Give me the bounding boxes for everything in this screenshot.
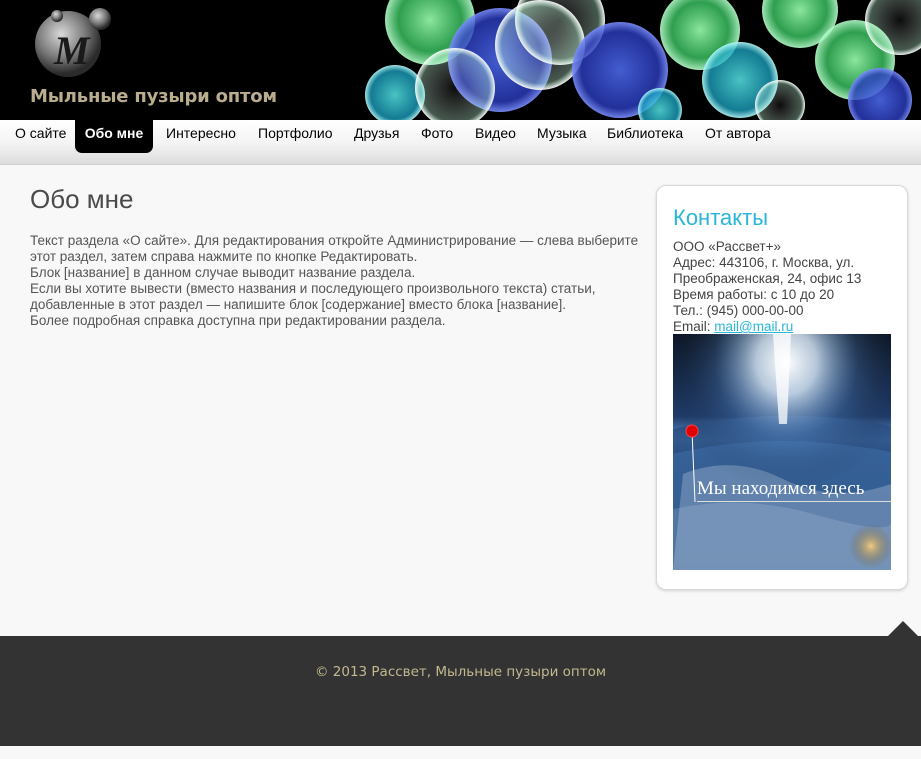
nav-item-friends[interactable]: Друзья <box>354 120 399 153</box>
map-caption: Мы находимся здесь <box>697 478 891 502</box>
page: M Мыльные пузыри оптом О сайте Обо мне И… <box>0 0 921 759</box>
nav-item-from-author[interactable]: От автора <box>705 120 771 153</box>
nav-item-photo[interactable]: Фото <box>421 120 453 153</box>
back-to-top-arrow-icon[interactable] <box>887 621 919 637</box>
body-paragraph: Текст раздела «О сайте». Для редактирова… <box>30 233 639 264</box>
phone: Тел.: (945) 000-00-00 <box>673 303 804 318</box>
address: Адрес: 443106, г. Москва, ул. Преображен… <box>673 255 862 286</box>
header-banner: M Мыльные пузыри оптом <box>0 0 921 120</box>
body-paragraph: Блок [название] в данном случае выводит … <box>30 265 416 280</box>
email-link[interactable]: mail@mail.ru <box>714 319 793 334</box>
email-label: Email: <box>673 319 711 334</box>
location-map-image[interactable]: Мы находимся здесь <box>673 334 891 570</box>
svg-text:M: M <box>53 28 91 73</box>
footer: © 2013 Рассвет, Мыльные пузыри оптом <box>0 636 921 746</box>
nav-item-video[interactable]: Видео <box>475 120 516 153</box>
contacts-title: Контакты <box>673 205 769 230</box>
footer-copyright: © 2013 Рассвет, Мыльные пузыри оптом <box>314 664 607 680</box>
page-title: Обо мне <box>30 184 134 214</box>
contacts-card: Контакты ООО «Рассвет+» Адрес: 443106, г… <box>656 185 908 590</box>
earth-from-space-image <box>673 334 891 570</box>
nav-item-about-me[interactable]: Обо мне <box>75 120 153 153</box>
contacts-details: ООО «Рассвет+» Адрес: 443106, г. Москва,… <box>673 239 903 335</box>
location-pin-icon <box>685 424 699 438</box>
working-hours: Время работы: с 10 до 20 <box>673 287 835 302</box>
body-paragraph: Если вы хотите вывести (вместо названия … <box>30 281 596 312</box>
nav-item-interesting[interactable]: Интересно <box>166 120 236 153</box>
page-bottom-strip <box>0 746 921 759</box>
email-row: Email: mail@mail.ru <box>673 319 903 335</box>
nav-item-portfolio[interactable]: Портфолио <box>258 120 333 153</box>
company-name: ООО «Рассвет+» <box>673 239 781 254</box>
bubble-m-logo-icon[interactable]: M <box>32 6 112 78</box>
nav-item-about-site[interactable]: О сайте <box>15 120 66 153</box>
nav-item-library[interactable]: Библиотека <box>607 120 683 153</box>
body-paragraph: Более подробная справка доступна при ред… <box>30 313 446 328</box>
nav-item-music[interactable]: Музыка <box>537 120 587 153</box>
site-title[interactable]: Мыльные пузыри оптом <box>30 86 277 107</box>
main-navigation: О сайте Обо мне Интересно Портфолио Друз… <box>0 120 921 165</box>
page-body-text: Текст раздела «О сайте». Для редактирова… <box>30 233 640 329</box>
